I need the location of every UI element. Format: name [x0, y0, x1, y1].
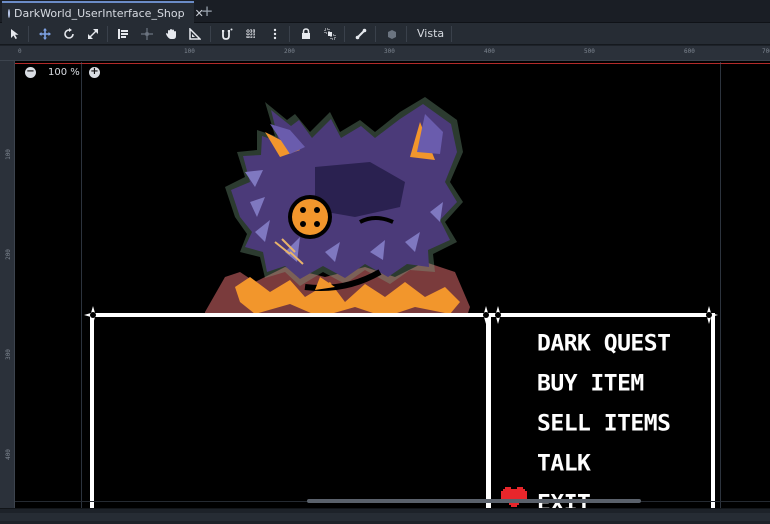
more-icon[interactable] — [266, 25, 284, 43]
bottom-panel-strip — [0, 513, 770, 521]
corner-ornament-icon — [84, 306, 102, 324]
scene-icon — [8, 8, 10, 18]
ruler-label: 500 — [584, 48, 595, 55]
canvas-toolbar: Vista — [0, 23, 770, 45]
dialog-box — [90, 313, 490, 508]
add-tab-button[interactable]: + — [198, 2, 216, 20]
ruler-label: 400 — [484, 48, 495, 55]
corner-ornament-icon — [700, 306, 718, 324]
corner-ornament-icon — [489, 306, 507, 324]
move-icon[interactable] — [36, 25, 54, 43]
list-select-icon[interactable] — [114, 25, 132, 43]
lock-icon[interactable] — [297, 25, 315, 43]
zoom-in-button[interactable]: + — [89, 67, 100, 78]
rotate-icon[interactable] — [60, 25, 78, 43]
tab-label: DarkWorld_UserInterface_Shop — [14, 6, 185, 20]
pan-icon[interactable] — [162, 25, 180, 43]
guide-line — [720, 62, 721, 508]
group-icon[interactable] — [321, 25, 339, 43]
menu-item-sell-items[interactable]: SELL ITEMS — [537, 412, 671, 437]
ruler-label: 400 — [4, 449, 12, 460]
bone-icon[interactable] — [352, 25, 370, 43]
ruler-label: 200 — [4, 249, 12, 260]
ruler-icon[interactable] — [186, 25, 204, 43]
ruler-label: 200 — [284, 48, 295, 55]
horizontal-scrollbar[interactable] — [307, 499, 641, 503]
select-icon[interactable] — [6, 25, 24, 43]
canvas-viewport[interactable]: 0 100 200 300 400 500 600 700 100 200 30… — [0, 46, 770, 508]
viewport-boundary-line — [15, 63, 770, 64]
scene-tab-bar: DarkWorld_UserInterface_Shop ✕ + — [0, 0, 770, 23]
tab-darkworld-shop[interactable]: DarkWorld_UserInterface_Shop ✕ — [2, 1, 204, 23]
bottom-panel-bar — [0, 508, 770, 524]
camera-icon[interactable] — [383, 25, 401, 43]
menu-item-buy-item[interactable]: BUY ITEM — [537, 372, 644, 397]
zoom-out-button[interactable]: − — [25, 67, 36, 78]
snap-icon[interactable] — [218, 25, 236, 43]
guide-line — [81, 62, 82, 508]
ruler-label: 100 — [184, 48, 195, 55]
ruler-label: 300 — [384, 48, 395, 55]
menu-item-dark-quest[interactable]: DARK QUEST — [537, 332, 671, 357]
ruler-label: 0 — [18, 48, 22, 55]
horizontal-ruler: 0 100 200 300 400 500 600 700 — [0, 46, 770, 61]
view-menu[interactable]: Vista — [412, 25, 449, 43]
scale-icon[interactable] — [84, 25, 102, 43]
ruler-label: 100 — [4, 149, 12, 160]
vertical-ruler: 100 200 300 400 — [0, 61, 15, 508]
soul-heart-icon — [501, 487, 527, 507]
zoom-reset-button[interactable]: 100 % — [48, 67, 80, 78]
grid-snap-icon[interactable] — [242, 25, 260, 43]
ruler-label: 600 — [684, 48, 695, 55]
pivot-icon[interactable] — [138, 25, 156, 43]
menu-item-talk[interactable]: TALK — [537, 452, 591, 477]
ruler-label: 300 — [4, 349, 12, 360]
shopkeeper-sprite[interactable] — [195, 92, 485, 322]
ruler-label: 700 — [762, 48, 770, 55]
